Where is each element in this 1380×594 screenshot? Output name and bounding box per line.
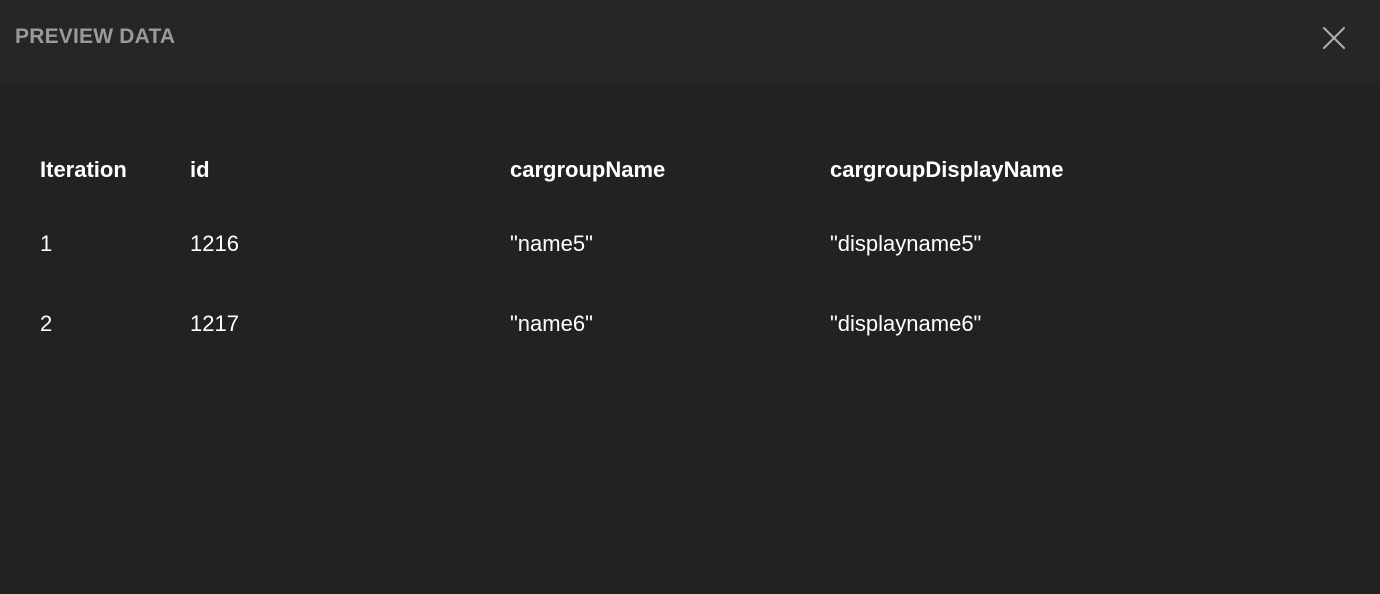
column-header-cargroup-display-name: cargroupDisplayName — [830, 157, 1064, 182]
modal-body: Iteration id cargroupName cargroupDispla… — [0, 86, 1380, 594]
table-header-row: Iteration id cargroupName cargroupDispla… — [40, 148, 1340, 192]
table-row: 1 1216 "name5" "displayname5" — [40, 192, 1340, 284]
modal-title: PREVIEW DATA — [15, 25, 176, 48]
cell-cargroup-name: "name5" — [510, 231, 593, 256]
column-header-id: id — [190, 157, 210, 182]
column-header-cargroup-name: cargroupName — [510, 157, 666, 182]
column-header-iteration: Iteration — [40, 157, 127, 182]
cell-cargroup-display-name: "displayname6" — [830, 311, 982, 336]
modal-header: PREVIEW DATA — [0, 0, 1380, 86]
table-row: 2 1217 "name6" "displayname6" — [40, 284, 1340, 364]
close-button[interactable] — [1314, 18, 1354, 58]
cell-id: 1217 — [190, 311, 239, 336]
cell-iteration: 1 — [40, 231, 53, 256]
close-icon — [1323, 27, 1345, 49]
preview-data-modal: PREVIEW DATA Iteration id cargroupName c… — [0, 0, 1380, 594]
cell-cargroup-display-name: "displayname5" — [830, 231, 982, 256]
cell-id: 1216 — [190, 231, 239, 256]
cell-iteration: 2 — [40, 311, 53, 336]
preview-table: Iteration id cargroupName cargroupDispla… — [40, 148, 1340, 364]
cell-cargroup-name: "name6" — [510, 311, 593, 336]
